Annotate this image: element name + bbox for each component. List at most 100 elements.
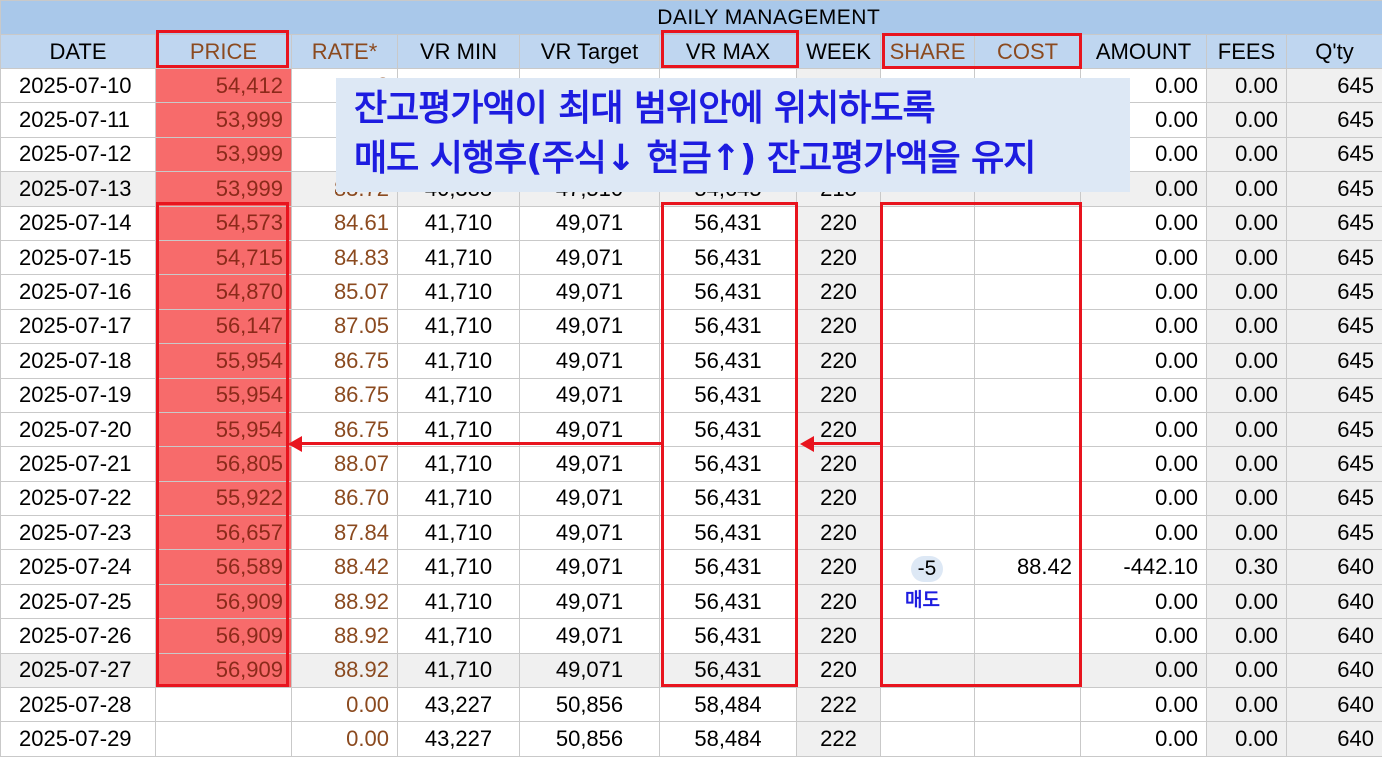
cell-qty[interactable]: 645: [1285, 274, 1382, 310]
cell-qty[interactable]: 640: [1285, 687, 1382, 723]
cell-price[interactable]: 56,147: [155, 308, 292, 345]
cell-rate[interactable]: 86.75: [291, 377, 398, 413]
cell-vr-min[interactable]: 41,710: [397, 343, 520, 379]
cell-cost[interactable]: [974, 687, 1081, 723]
cell-vr-target[interactable]: 49,071: [519, 239, 660, 276]
cell-fees[interactable]: 0.00: [1206, 480, 1287, 517]
cell-qty[interactable]: 645: [1285, 239, 1382, 276]
cell-vr-target[interactable]: 49,071: [519, 618, 660, 654]
cell-share[interactable]: [880, 687, 975, 723]
cell-qty[interactable]: 645: [1285, 136, 1382, 173]
cell-price[interactable]: 56,909: [155, 652, 292, 689]
cell-week[interactable]: 220: [796, 377, 881, 413]
column-header-vr-min[interactable]: VR MIN: [397, 34, 520, 69]
cell-date[interactable]: 2025-07-24: [0, 549, 156, 585]
cell-vr-max[interactable]: 56,431: [659, 480, 797, 517]
cell-rate[interactable]: 88.92: [291, 652, 398, 689]
cell-price[interactable]: 56,909: [155, 618, 292, 654]
cell-vr-min[interactable]: 41,710: [397, 308, 520, 345]
cell-price[interactable]: 55,954: [155, 377, 292, 413]
cell-amount[interactable]: -442.10: [1080, 549, 1207, 585]
cell-week[interactable]: 220: [796, 239, 881, 276]
cell-amount[interactable]: 0.00: [1080, 205, 1207, 241]
cell-week[interactable]: 220: [796, 343, 881, 379]
cell-rate[interactable]: 85.07: [291, 274, 398, 310]
cell-vr-min[interactable]: 41,710: [397, 274, 520, 310]
cell-fees[interactable]: 0.00: [1206, 687, 1287, 723]
cell-rate[interactable]: 87.84: [291, 515, 398, 551]
cell-vr-max[interactable]: 56,431: [659, 618, 797, 654]
cell-date[interactable]: 2025-07-25: [0, 583, 156, 620]
cell-vr-min[interactable]: 41,710: [397, 239, 520, 276]
cell-share[interactable]: [880, 480, 975, 517]
cell-amount[interactable]: 0.00: [1080, 446, 1207, 482]
cell-qty[interactable]: 645: [1285, 171, 1382, 207]
cell-amount[interactable]: 0.00: [1080, 583, 1207, 620]
column-header-vr-target[interactable]: VR Target: [519, 34, 660, 69]
cell-date[interactable]: 2025-07-23: [0, 515, 156, 551]
cell-vr-max[interactable]: 56,431: [659, 205, 797, 241]
cell-cost[interactable]: [974, 515, 1081, 551]
cell-fees[interactable]: 0.00: [1206, 171, 1287, 207]
cell-price[interactable]: 56,589: [155, 549, 292, 585]
cell-date[interactable]: 2025-07-13: [0, 171, 156, 207]
column-header-cost[interactable]: COST: [974, 34, 1081, 69]
cell-rate[interactable]: 86.70: [291, 480, 398, 517]
cell-vr-max[interactable]: 56,431: [659, 239, 797, 276]
cell-amount[interactable]: 0.00: [1080, 652, 1207, 689]
cell-qty[interactable]: 645: [1285, 377, 1382, 413]
cell-vr-max[interactable]: 56,431: [659, 583, 797, 620]
cell-week[interactable]: 220: [796, 652, 881, 689]
cell-fees[interactable]: 0.00: [1206, 239, 1287, 276]
cell-qty[interactable]: 645: [1285, 480, 1382, 517]
cell-amount[interactable]: 0.00: [1080, 377, 1207, 413]
cell-amount[interactable]: 0.00: [1080, 480, 1207, 517]
cell-vr-max[interactable]: 56,431: [659, 411, 797, 448]
cell-amount[interactable]: 0.00: [1080, 343, 1207, 379]
cell-date[interactable]: 2025-07-20: [0, 411, 156, 448]
cell-amount[interactable]: 0.00: [1080, 515, 1207, 551]
cell-fees[interactable]: 0.00: [1206, 446, 1287, 482]
cell-vr-min[interactable]: 41,710: [397, 549, 520, 585]
cell-cost[interactable]: [974, 652, 1081, 689]
cell-rate[interactable]: 84.83: [291, 239, 398, 276]
column-header-amount[interactable]: AMOUNT: [1080, 34, 1207, 69]
cell-vr-min[interactable]: 43,227: [397, 687, 520, 723]
cell-rate[interactable]: 88.92: [291, 583, 398, 620]
cell-cost[interactable]: [974, 308, 1081, 345]
cell-share[interactable]: [880, 618, 975, 654]
cell-qty[interactable]: 640: [1285, 549, 1382, 585]
cell-cost[interactable]: [974, 205, 1081, 241]
cell-amount[interactable]: 0.00: [1080, 308, 1207, 345]
cell-fees[interactable]: 0.00: [1206, 67, 1287, 104]
cell-fees[interactable]: 0.00: [1206, 205, 1287, 241]
cell-vr-max[interactable]: 56,431: [659, 652, 797, 689]
column-header-price[interactable]: PRICE: [155, 34, 292, 69]
cell-cost[interactable]: [974, 343, 1081, 379]
cell-date[interactable]: 2025-07-15: [0, 239, 156, 276]
cell-share[interactable]: [880, 377, 975, 413]
cell-rate[interactable]: 88.07: [291, 446, 398, 482]
cell-cost[interactable]: 88.42: [974, 549, 1081, 585]
column-header-vr-max[interactable]: VR MAX: [659, 34, 797, 69]
cell-fees[interactable]: 0.00: [1206, 515, 1287, 551]
cell-fees[interactable]: 0.00: [1206, 343, 1287, 379]
cell-share[interactable]: [880, 343, 975, 379]
cell-price[interactable]: 54,412: [155, 67, 292, 104]
cell-week[interactable]: 220: [796, 274, 881, 310]
cell-qty[interactable]: 645: [1285, 67, 1382, 104]
cell-rate[interactable]: 87.05: [291, 308, 398, 345]
column-header-rate[interactable]: RATE*: [291, 34, 398, 69]
cell-date[interactable]: 2025-07-26: [0, 618, 156, 654]
cell-vr-target[interactable]: 49,071: [519, 549, 660, 585]
cell-vr-target[interactable]: 49,071: [519, 583, 660, 620]
cell-week[interactable]: 220: [796, 549, 881, 585]
cell-vr-target[interactable]: 49,071: [519, 652, 660, 689]
cell-date[interactable]: 2025-07-19: [0, 377, 156, 413]
cell-qty[interactable]: 640: [1285, 618, 1382, 654]
cell-rate[interactable]: 88.42: [291, 549, 398, 585]
cell-vr-max[interactable]: 56,431: [659, 377, 797, 413]
cell-vr-target[interactable]: 49,071: [519, 515, 660, 551]
cell-price[interactable]: 55,954: [155, 411, 292, 448]
cell-fees[interactable]: 0.00: [1206, 411, 1287, 448]
